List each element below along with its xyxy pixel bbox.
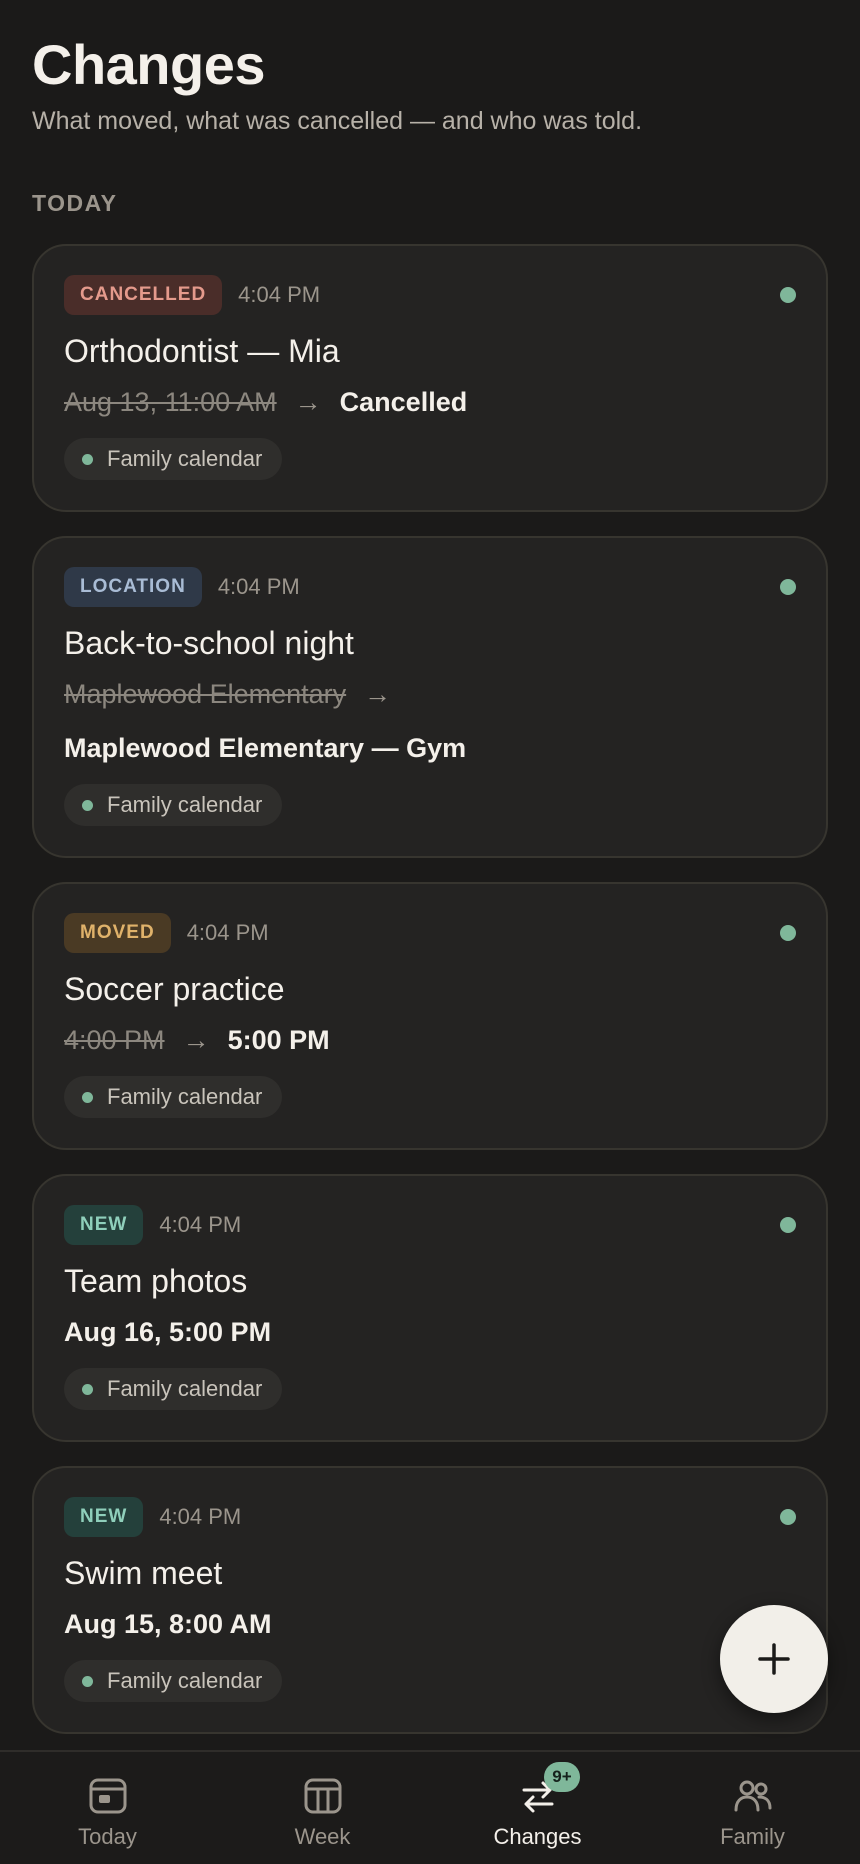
arrow-right-icon: →	[294, 387, 322, 417]
change-detail: 4:00 PM → 5:00 PM	[64, 1022, 796, 1058]
old-value: Aug 13, 11:00 AM	[64, 387, 277, 417]
calendar-chip[interactable]: Family calendar	[64, 1660, 283, 1702]
event-title: Back-to-school night	[64, 625, 354, 661]
calendar-dot-icon	[82, 1091, 93, 1103]
new-value: Aug 16, 5:00 PM	[64, 1317, 272, 1347]
section-label-today: TODAY	[32, 190, 118, 216]
tab-label: Week	[294, 1824, 351, 1849]
new-value: Cancelled	[339, 387, 468, 417]
new-value: 5:00 PM	[227, 1025, 330, 1055]
changes-screen: Changes What moved, what was cancelled —…	[0, 0, 860, 1864]
add-button[interactable]	[720, 1605, 828, 1713]
status-badge: NEW	[64, 1497, 144, 1537]
change-card-cancelled[interactable]: CANCELLED 4:04 PM Orthodontist — Mia Aug…	[32, 244, 828, 512]
unread-dot	[780, 925, 796, 941]
calendar-chip[interactable]: Family calendar	[64, 438, 283, 480]
calendar-name: Family calendar	[107, 792, 263, 817]
change-card-new[interactable]: NEW 4:04 PM Team photos Aug 16, 5:00 PM …	[32, 1174, 828, 1442]
page-title: Changes	[32, 33, 266, 96]
calendar-dot-icon	[82, 1675, 93, 1687]
old-value: Maplewood Elementary	[64, 679, 347, 709]
calendar-name: Family calendar	[107, 1668, 263, 1693]
status-badge: NEW	[64, 1205, 144, 1245]
event-title: Swim meet	[64, 1555, 223, 1591]
change-time: 4:04 PM	[159, 1212, 242, 1237]
plus-icon	[758, 1643, 790, 1675]
calendar-name: Family calendar	[107, 1376, 263, 1401]
status-badge: LOCATION	[64, 567, 202, 607]
change-detail: Aug 15, 8:00 AM	[64, 1606, 796, 1642]
change-time: 4:04 PM	[217, 574, 300, 599]
people-icon	[734, 1780, 771, 1812]
page-subtitle: What moved, what was cancelled — and who…	[32, 107, 643, 135]
unread-dot	[780, 579, 796, 595]
calendar-name: Family calendar	[107, 446, 263, 471]
header: Changes What moved, what was cancelled —…	[32, 30, 828, 138]
bottom-tab-bar: Today Week Changes Family 9+	[0, 1750, 860, 1864]
change-card-new[interactable]: NEW 4:04 PM Swim meet Aug 15, 8:00 AM Fa…	[32, 1466, 828, 1734]
calendar-dot-icon	[82, 799, 93, 811]
unread-dot	[780, 1217, 796, 1233]
arrow-right-icon: →	[182, 1025, 210, 1055]
tab-family[interactable]: Family	[645, 1752, 860, 1864]
calendar-name: Family calendar	[107, 1084, 263, 1109]
tab-week[interactable]: Week	[215, 1752, 430, 1864]
tab-changes[interactable]: Changes	[430, 1752, 645, 1864]
today-calendar-icon	[89, 1778, 126, 1814]
calendar-chip[interactable]: Family calendar	[64, 1076, 283, 1118]
week-grid-icon	[304, 1778, 341, 1814]
change-detail: Aug 13, 11:00 AM → Cancelled	[64, 384, 796, 420]
unread-dot	[780, 1509, 796, 1525]
arrow-right-icon: →	[364, 679, 392, 709]
tab-today[interactable]: Today	[0, 1752, 215, 1864]
status-badge: CANCELLED	[64, 275, 223, 315]
calendar-dot-icon	[82, 1383, 93, 1395]
change-time: 4:04 PM	[238, 282, 321, 307]
new-value: Aug 15, 8:00 AM	[64, 1609, 272, 1639]
unread-dot	[780, 287, 796, 303]
status-badge: MOVED	[64, 913, 171, 953]
change-card-location[interactable]: LOCATION 4:04 PM Back-to-school night Ma…	[32, 536, 828, 858]
calendar-chip[interactable]: Family calendar	[64, 784, 283, 826]
old-value: 4:00 PM	[64, 1025, 165, 1055]
change-card-moved[interactable]: MOVED 4:04 PM Soccer practice 4:00 PM → …	[32, 882, 828, 1150]
new-value: Maplewood Elementary — Gym	[64, 733, 467, 763]
change-time: 4:04 PM	[159, 1504, 242, 1529]
tab-label: Today	[78, 1824, 137, 1849]
calendar-dot-icon	[82, 453, 93, 465]
changes-count-badge: 9+	[544, 1762, 580, 1792]
change-detail: Aug 16, 5:00 PM	[64, 1314, 796, 1350]
event-title: Soccer practice	[64, 971, 285, 1007]
event-title: Orthodontist — Mia	[64, 333, 340, 369]
event-title: Team photos	[64, 1263, 248, 1299]
calendar-chip[interactable]: Family calendar	[64, 1368, 283, 1410]
tab-label: Changes	[493, 1824, 582, 1849]
change-time: 4:04 PM	[186, 920, 269, 945]
tab-label: Family	[720, 1824, 785, 1849]
change-detail: Maplewood Elementary →	[64, 676, 796, 712]
